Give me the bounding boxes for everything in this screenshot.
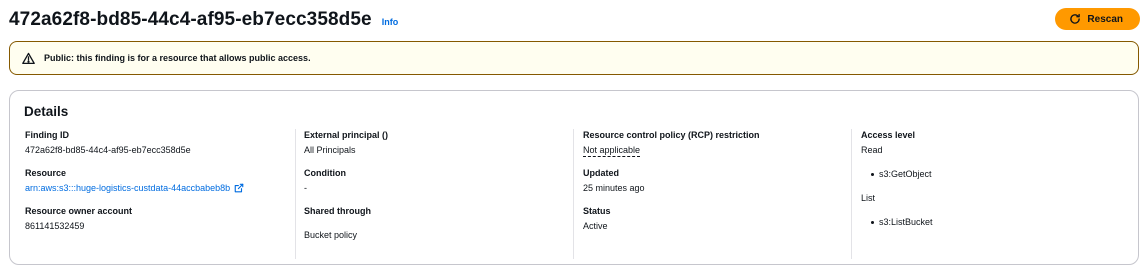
page-title: 472a62f8-bd85-44c4-af95-eb7ecc358d5e — [9, 9, 372, 30]
resource-label: Resource — [25, 168, 67, 178]
details-column-4: Access level Read s3:GetObject List s3:L… — [851, 129, 1131, 259]
external-link-icon — [234, 183, 244, 193]
access-group-list-name: List — [861, 193, 876, 203]
access-group-read-list: s3:GetObject — [861, 168, 933, 180]
resource-field: Resource arn:aws:s3:::huge-logistics-cus… — [25, 167, 244, 194]
shared-through-value: Bucket policy — [304, 230, 358, 240]
rcp-label: Resource control policy (RCP) restrictio… — [583, 130, 760, 140]
details-column-2: External principal () All Principals Con… — [295, 129, 573, 259]
owner-account-label: Resource owner account — [25, 206, 133, 216]
info-link[interactable]: Info — [382, 17, 399, 27]
access-group-list-list: s3:ListBucket — [861, 216, 933, 228]
condition-value: - — [304, 183, 307, 193]
resource-link[interactable]: arn:aws:s3:::huge-logistics-custdata-44a… — [25, 182, 244, 194]
details-column-3: Resource control policy (RCP) restrictio… — [573, 129, 851, 259]
details-panel: Details Finding ID 472a62f8-bd85-44c4-af… — [9, 90, 1139, 265]
access-group-read-name: Read — [861, 145, 883, 155]
details-column-1: Finding ID 472a62f8-bd85-44c4-af95-eb7ec… — [25, 129, 295, 259]
updated-label: Updated — [583, 168, 619, 178]
external-principal-value: All Principals — [304, 145, 356, 155]
access-level-field: Access level Read s3:GetObject List s3:L… — [861, 129, 933, 228]
list-item: s3:ListBucket — [861, 216, 933, 228]
rcp-field: Resource control policy (RCP) restrictio… — [583, 129, 760, 157]
public-access-alert: Public: this finding is for a resource t… — [9, 41, 1139, 75]
updated-field: Updated 25 minutes ago — [583, 167, 645, 194]
list-item: s3:GetObject — [861, 168, 933, 180]
access-level-label: Access level — [861, 130, 916, 140]
rcp-value[interactable]: Not applicable — [583, 145, 641, 157]
details-title: Details — [24, 104, 69, 119]
warning-icon — [22, 52, 35, 65]
condition-field: Condition - — [304, 167, 346, 194]
external-principal-field: External principal () All Principals — [304, 129, 388, 156]
shared-through-field: Shared through Bucket policy — [304, 205, 371, 241]
rescan-label: Rescan — [1087, 13, 1123, 25]
owner-account-value: 861141532459 — [25, 221, 85, 231]
finding-id-value: 472a62f8-bd85-44c4-af95-eb7ecc358d5e — [25, 145, 191, 155]
status-label: Status — [583, 206, 611, 216]
alert-text: Public: this finding is for a resource t… — [44, 53, 311, 63]
condition-label: Condition — [304, 168, 346, 178]
rescan-button[interactable]: Rescan — [1055, 8, 1140, 30]
status-value: Active — [583, 221, 608, 231]
refresh-icon — [1070, 13, 1081, 24]
updated-value: 25 minutes ago — [583, 183, 645, 193]
status-field: Status Active — [583, 205, 611, 232]
finding-id-label: Finding ID — [25, 130, 69, 140]
external-principal-label: External principal () — [304, 130, 389, 140]
finding-id-field: Finding ID 472a62f8-bd85-44c4-af95-eb7ec… — [25, 129, 191, 156]
owner-account-field: Resource owner account 861141532459 — [25, 205, 132, 232]
shared-through-label: Shared through — [304, 206, 371, 216]
page-header: 472a62f8-bd85-44c4-af95-eb7ecc358d5e Inf… — [9, 8, 1140, 32]
resource-link-text: arn:aws:s3:::huge-logistics-custdata-44a… — [25, 183, 231, 193]
